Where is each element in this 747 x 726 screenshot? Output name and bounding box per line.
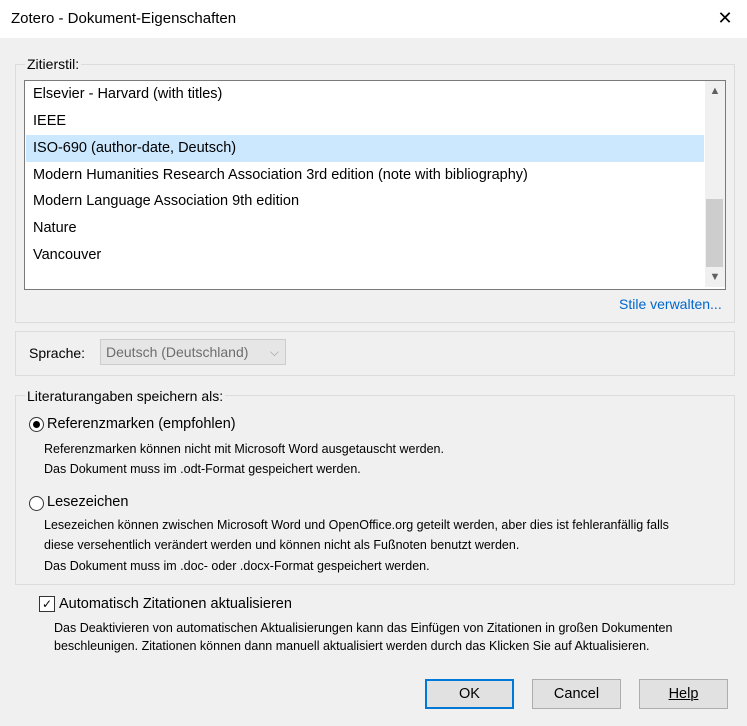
help-button[interactable]: Help xyxy=(639,679,728,709)
radio-reference-marks[interactable] xyxy=(29,417,44,432)
cancel-button[interactable]: Cancel xyxy=(532,679,621,709)
chevron-down-icon: ⌵ xyxy=(269,345,279,359)
language-select[interactable]: Deutsch (Deutschland) ⌵ xyxy=(100,339,286,365)
style-item-mla[interactable]: Modern Language Association 9th edition xyxy=(26,188,704,215)
option-bookmarks-desc3: Das Dokument muss im .doc- oder .docx-Fo… xyxy=(44,559,430,573)
storage-label: Literaturangaben speichern als: xyxy=(25,388,226,404)
scroll-down-icon[interactable]: ▼ xyxy=(705,268,725,286)
option-bookmarks-desc1: Lesezeichen können zwischen Microsoft Wo… xyxy=(44,518,669,532)
option-reference-marks-label[interactable]: Referenzmarken (empfohlen) xyxy=(47,416,236,432)
style-item-mhra[interactable]: Modern Humanities Research Association 3… xyxy=(26,162,704,189)
manage-styles-link[interactable]: Stile verwalten... xyxy=(619,296,722,312)
option-reference-marks-desc2: Das Dokument muss im .odt-Format gespeic… xyxy=(44,462,361,476)
style-item-nature[interactable]: Nature xyxy=(26,215,704,242)
ok-button[interactable]: OK xyxy=(425,679,514,709)
style-item-vancouver[interactable]: Vancouver xyxy=(26,242,704,269)
option-reference-marks-desc1: Referenzmarken können nicht mit Microsof… xyxy=(44,442,444,456)
language-label: Sprache: xyxy=(29,345,86,361)
radio-bookmarks[interactable] xyxy=(29,496,44,511)
auto-update-desc2: beschleunigen. Zitationen können dann ma… xyxy=(54,639,650,653)
title-bar: Zotero - Dokument-Eigenschaften ✕ xyxy=(0,0,747,38)
radio-selected-dot xyxy=(33,421,40,428)
window-title: Zotero - Dokument-Eigenschaften xyxy=(11,10,237,27)
citation-style-list[interactable]: Elsevier - Harvard (with titles) IEEE IS… xyxy=(24,80,726,290)
option-bookmarks-desc2: diese versehentlich verändert werden und… xyxy=(44,538,520,552)
scroll-up-icon[interactable]: ▲ xyxy=(705,82,725,100)
scroll-thumb[interactable] xyxy=(706,199,723,267)
auto-update-checkbox[interactable]: ✓ xyxy=(39,596,55,612)
close-icon[interactable]: ✕ xyxy=(711,4,739,32)
style-item-elsevier[interactable]: Elsevier - Harvard (with titles) xyxy=(26,81,704,108)
style-item-iso690[interactable]: ISO-690 (author-date, Deutsch) xyxy=(26,135,704,162)
auto-update-desc1: Das Deaktivieren von automatischen Aktua… xyxy=(54,621,673,635)
style-item-ieee[interactable]: IEEE xyxy=(26,108,704,135)
citation-style-label: Zitierstil: xyxy=(25,56,82,72)
option-bookmarks-label[interactable]: Lesezeichen xyxy=(47,494,128,510)
auto-update-label[interactable]: Automatisch Zitationen aktualisieren xyxy=(59,596,292,612)
list-scrollbar[interactable]: ▲ ▼ xyxy=(705,81,725,287)
language-value: Deutsch (Deutschland) xyxy=(106,344,249,360)
